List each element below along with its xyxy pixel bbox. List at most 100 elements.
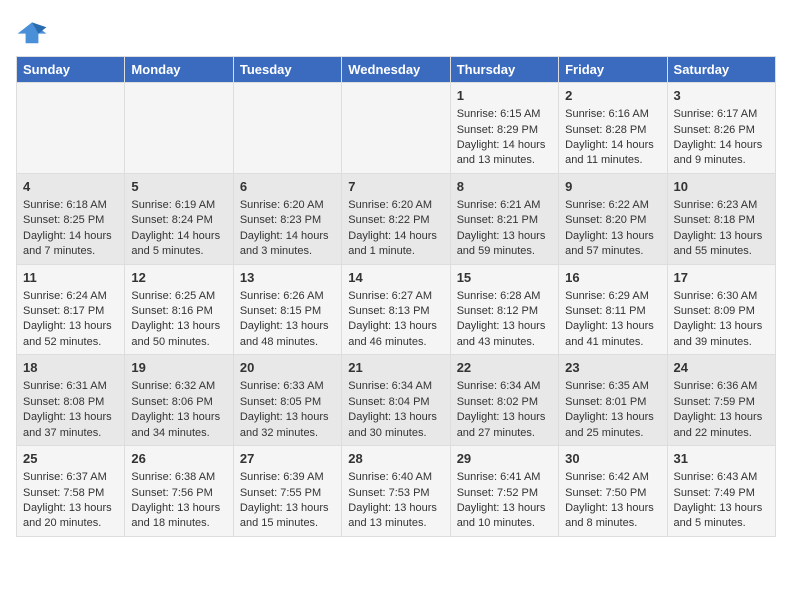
day-number: 11 (23, 269, 118, 287)
calendar-cell: 13 Sunrise: 6:26 AM Sunset: 8:15 PM Dayli… (233, 264, 341, 355)
day-content: Sunrise: 6:19 AM Sunset: 8:24 PM Dayligh… (131, 198, 226, 260)
day-content: Sunrise: 6:38 AM Sunset: 7:56 PM Dayligh… (131, 470, 226, 532)
calendar-week-5: 25 Sunrise: 6:37 AM Sunset: 7:58 PM Dayli… (17, 446, 776, 537)
day-number: 14 (348, 269, 443, 287)
day-content: Sunrise: 6:41 AM Sunset: 7:52 PM Dayligh… (457, 470, 552, 532)
logo (16, 16, 52, 48)
day-content: Sunrise: 6:20 AM Sunset: 8:22 PM Dayligh… (348, 198, 443, 260)
calendar-cell: 27 Sunrise: 6:39 AM Sunset: 7:55 PM Dayli… (233, 446, 341, 537)
header-thursday: Thursday (450, 57, 558, 83)
logo-bird-icon (16, 16, 48, 48)
day-content: Sunrise: 6:22 AM Sunset: 8:20 PM Dayligh… (565, 198, 660, 260)
day-number: 21 (348, 359, 443, 377)
calendar-cell: 17 Sunrise: 6:30 AM Sunset: 8:09 PM Dayli… (667, 264, 775, 355)
day-number: 6 (240, 178, 335, 196)
day-number: 5 (131, 178, 226, 196)
calendar-cell (17, 83, 125, 174)
header-wednesday: Wednesday (342, 57, 450, 83)
day-number: 20 (240, 359, 335, 377)
calendar-cell (125, 83, 233, 174)
day-content: Sunrise: 6:26 AM Sunset: 8:15 PM Dayligh… (240, 289, 335, 351)
day-content: Sunrise: 6:40 AM Sunset: 7:53 PM Dayligh… (348, 470, 443, 532)
day-number: 2 (565, 87, 660, 105)
calendar-cell: 11 Sunrise: 6:24 AM Sunset: 8:17 PM Dayli… (17, 264, 125, 355)
day-number: 8 (457, 178, 552, 196)
day-number: 10 (674, 178, 769, 196)
day-number: 26 (131, 450, 226, 468)
day-content: Sunrise: 6:29 AM Sunset: 8:11 PM Dayligh… (565, 289, 660, 351)
calendar-cell: 18 Sunrise: 6:31 AM Sunset: 8:08 PM Dayli… (17, 355, 125, 446)
day-number: 28 (348, 450, 443, 468)
day-number: 18 (23, 359, 118, 377)
day-content: Sunrise: 6:31 AM Sunset: 8:08 PM Dayligh… (23, 379, 118, 441)
calendar-cell: 10 Sunrise: 6:23 AM Sunset: 8:18 PM Dayli… (667, 173, 775, 264)
calendar-cell: 15 Sunrise: 6:28 AM Sunset: 8:12 PM Dayli… (450, 264, 558, 355)
day-content: Sunrise: 6:20 AM Sunset: 8:23 PM Dayligh… (240, 198, 335, 260)
day-number: 30 (565, 450, 660, 468)
day-content: Sunrise: 6:18 AM Sunset: 8:25 PM Dayligh… (23, 198, 118, 260)
header-tuesday: Tuesday (233, 57, 341, 83)
calendar-cell: 1 Sunrise: 6:15 AM Sunset: 8:29 PM Daylig… (450, 83, 558, 174)
calendar-cell: 19 Sunrise: 6:32 AM Sunset: 8:06 PM Dayli… (125, 355, 233, 446)
calendar-week-2: 4 Sunrise: 6:18 AM Sunset: 8:25 PM Daylig… (17, 173, 776, 264)
day-number: 22 (457, 359, 552, 377)
calendar-week-1: 1 Sunrise: 6:15 AM Sunset: 8:29 PM Daylig… (17, 83, 776, 174)
day-number: 1 (457, 87, 552, 105)
day-content: Sunrise: 6:28 AM Sunset: 8:12 PM Dayligh… (457, 289, 552, 351)
day-content: Sunrise: 6:15 AM Sunset: 8:29 PM Dayligh… (457, 107, 552, 169)
calendar-cell: 30 Sunrise: 6:42 AM Sunset: 7:50 PM Dayli… (559, 446, 667, 537)
day-content: Sunrise: 6:25 AM Sunset: 8:16 PM Dayligh… (131, 289, 226, 351)
calendar-cell: 2 Sunrise: 6:16 AM Sunset: 8:28 PM Daylig… (559, 83, 667, 174)
calendar-cell: 7Sunrise: 6:20 AM Sunset: 8:22 PM Daylig… (342, 173, 450, 264)
day-content: Sunrise: 6:30 AM Sunset: 8:09 PM Dayligh… (674, 289, 769, 351)
day-content: Sunrise: 6:36 AM Sunset: 7:59 PM Dayligh… (674, 379, 769, 441)
day-number: 17 (674, 269, 769, 287)
day-content: Sunrise: 6:43 AM Sunset: 7:49 PM Dayligh… (674, 470, 769, 532)
day-number: 3 (674, 87, 769, 105)
calendar-cell: 22 Sunrise: 6:34 AM Sunset: 8:02 PM Dayli… (450, 355, 558, 446)
day-number: 27 (240, 450, 335, 468)
calendar-cell: 6 Sunrise: 6:20 AM Sunset: 8:23 PM Daylig… (233, 173, 341, 264)
calendar-week-4: 18 Sunrise: 6:31 AM Sunset: 8:08 PM Dayli… (17, 355, 776, 446)
calendar-cell: 16Sunrise: 6:29 AM Sunset: 8:11 PM Dayli… (559, 264, 667, 355)
day-content: Sunrise: 6:34 AM Sunset: 8:02 PM Dayligh… (457, 379, 552, 441)
calendar-cell: 14Sunrise: 6:27 AM Sunset: 8:13 PM Dayli… (342, 264, 450, 355)
calendar-cell: 20Sunrise: 6:33 AM Sunset: 8:05 PM Dayli… (233, 355, 341, 446)
day-number: 25 (23, 450, 118, 468)
day-content: Sunrise: 6:24 AM Sunset: 8:17 PM Dayligh… (23, 289, 118, 351)
calendar-cell (233, 83, 341, 174)
day-content: Sunrise: 6:23 AM Sunset: 8:18 PM Dayligh… (674, 198, 769, 260)
calendar-cell: 26 Sunrise: 6:38 AM Sunset: 7:56 PM Dayli… (125, 446, 233, 537)
header-saturday: Saturday (667, 57, 775, 83)
calendar-table: SundayMondayTuesdayWednesdayThursdayFrid… (16, 56, 776, 537)
day-content: Sunrise: 6:35 AM Sunset: 8:01 PM Dayligh… (565, 379, 660, 441)
calendar-week-3: 11 Sunrise: 6:24 AM Sunset: 8:17 PM Dayli… (17, 264, 776, 355)
day-content: Sunrise: 6:42 AM Sunset: 7:50 PM Dayligh… (565, 470, 660, 532)
calendar-cell: 28 Sunrise: 6:40 AM Sunset: 7:53 PM Dayli… (342, 446, 450, 537)
day-number: 29 (457, 450, 552, 468)
calendar-cell: 25 Sunrise: 6:37 AM Sunset: 7:58 PM Dayli… (17, 446, 125, 537)
day-number: 15 (457, 269, 552, 287)
calendar-cell: 5 Sunrise: 6:19 AM Sunset: 8:24 PM Daylig… (125, 173, 233, 264)
day-number: 23 (565, 359, 660, 377)
page-header (16, 16, 776, 48)
calendar-cell: 23 Sunrise: 6:35 AM Sunset: 8:01 PM Dayli… (559, 355, 667, 446)
day-number: 24 (674, 359, 769, 377)
day-content: Sunrise: 6:16 AM Sunset: 8:28 PM Dayligh… (565, 107, 660, 169)
day-number: 4 (23, 178, 118, 196)
day-content: Sunrise: 6:17 AM Sunset: 8:26 PM Dayligh… (674, 107, 769, 169)
day-number: 12 (131, 269, 226, 287)
day-content: Sunrise: 6:37 AM Sunset: 7:58 PM Dayligh… (23, 470, 118, 532)
calendar-header: SundayMondayTuesdayWednesdayThursdayFrid… (17, 57, 776, 83)
header-row: SundayMondayTuesdayWednesdayThursdayFrid… (17, 57, 776, 83)
day-number: 19 (131, 359, 226, 377)
day-content: Sunrise: 6:39 AM Sunset: 7:55 PM Dayligh… (240, 470, 335, 532)
day-content: Sunrise: 6:32 AM Sunset: 8:06 PM Dayligh… (131, 379, 226, 441)
calendar-cell: 12 Sunrise: 6:25 AM Sunset: 8:16 PM Dayli… (125, 264, 233, 355)
calendar-cell: 9Sunrise: 6:22 AM Sunset: 8:20 PM Daylig… (559, 173, 667, 264)
calendar-cell: 24 Sunrise: 6:36 AM Sunset: 7:59 PM Dayli… (667, 355, 775, 446)
calendar-body: 1 Sunrise: 6:15 AM Sunset: 8:29 PM Daylig… (17, 83, 776, 537)
day-content: Sunrise: 6:34 AM Sunset: 8:04 PM Dayligh… (348, 379, 443, 441)
calendar-cell: 4 Sunrise: 6:18 AM Sunset: 8:25 PM Daylig… (17, 173, 125, 264)
day-number: 13 (240, 269, 335, 287)
